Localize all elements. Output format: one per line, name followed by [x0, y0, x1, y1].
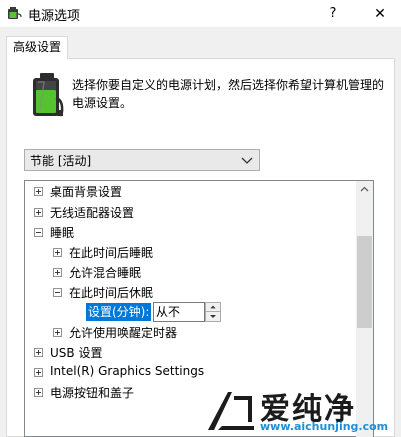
tree-item-label: 在此时间后睡眠 [69, 246, 154, 260]
stepper-up-icon[interactable] [206, 303, 220, 312]
tree-item[interactable]: USB 设置 [25, 343, 355, 361]
tree-item-label: Intel(R) Graphics Settings [50, 364, 205, 378]
collapse-icon[interactable] [34, 228, 43, 237]
power-plan-value: 节能 [活动] [30, 154, 92, 168]
expand-icon[interactable] [34, 208, 43, 217]
scroll-thumb[interactable] [357, 236, 372, 328]
setting-minutes-label: 设置(分钟): [86, 303, 152, 321]
expand-icon[interactable] [34, 348, 43, 357]
tree-item[interactable]: 睡眠 [25, 223, 355, 241]
tree-item-label: USB 设置 [50, 346, 103, 360]
chevron-down-icon [241, 157, 253, 164]
window-title: 电源选项 [28, 9, 81, 24]
power-options-icon [8, 7, 22, 19]
tree-item[interactable]: 在此时间后休眠 [25, 283, 355, 301]
tree-item-label: 桌面背景设置 [50, 185, 123, 199]
tree-item-label: 电源按钮和盖子 [50, 386, 135, 400]
expand-icon[interactable] [53, 328, 62, 337]
description-text: 选择你要自定义的电源计划，然后选择你希望计算机管理的电源设置。 [72, 78, 385, 110]
collapse-icon[interactable] [53, 288, 62, 297]
expand-icon[interactable] [53, 248, 62, 257]
tree-item-label: 在此时间后休眠 [69, 286, 154, 300]
tree-item-label: 无线适配器设置 [50, 206, 135, 220]
expand-icon[interactable] [34, 368, 43, 377]
tab-advanced-settings[interactable]: 高级设置 [6, 36, 68, 59]
watermark-logo-icon [208, 392, 254, 430]
tree-item-label: 允许使用唤醒定时器 [69, 326, 178, 340]
minutes-stepper[interactable] [205, 302, 221, 322]
tree-item-label: 允许混合睡眠 [69, 266, 142, 280]
watermark-url: www.aichunjing.com [260, 420, 389, 433]
scroll-up-icon[interactable] [356, 181, 373, 198]
title-bar: 电源选项 ? ✕ [0, 0, 401, 27]
power-plan-select[interactable]: 节能 [活动] [24, 149, 260, 171]
tree-item[interactable]: Intel(R) Graphics Settings [25, 363, 355, 381]
help-button[interactable]: ? [318, 3, 348, 25]
tree-item[interactable]: 桌面背景设置 [25, 182, 355, 200]
stepper-down-icon[interactable] [206, 312, 220, 321]
expand-icon[interactable] [34, 187, 43, 196]
expand-icon[interactable] [53, 268, 62, 277]
tree-item[interactable]: 在此时间后睡眠 [25, 243, 355, 261]
watermark: 爱纯净 www.aichunjing.com [200, 384, 401, 437]
close-button[interactable]: ✕ [360, 2, 400, 26]
battery-icon [33, 73, 64, 117]
hibernate-minutes-input[interactable]: 从不 [153, 302, 205, 322]
tree-item[interactable]: 允许使用唤醒定时器 [25, 323, 355, 341]
tree-item[interactable]: 允许混合睡眠 [25, 263, 355, 281]
tree-item-label: 睡眠 [50, 226, 75, 240]
expand-icon[interactable] [34, 388, 43, 397]
tree-item[interactable]: 无线适配器设置 [25, 203, 355, 221]
